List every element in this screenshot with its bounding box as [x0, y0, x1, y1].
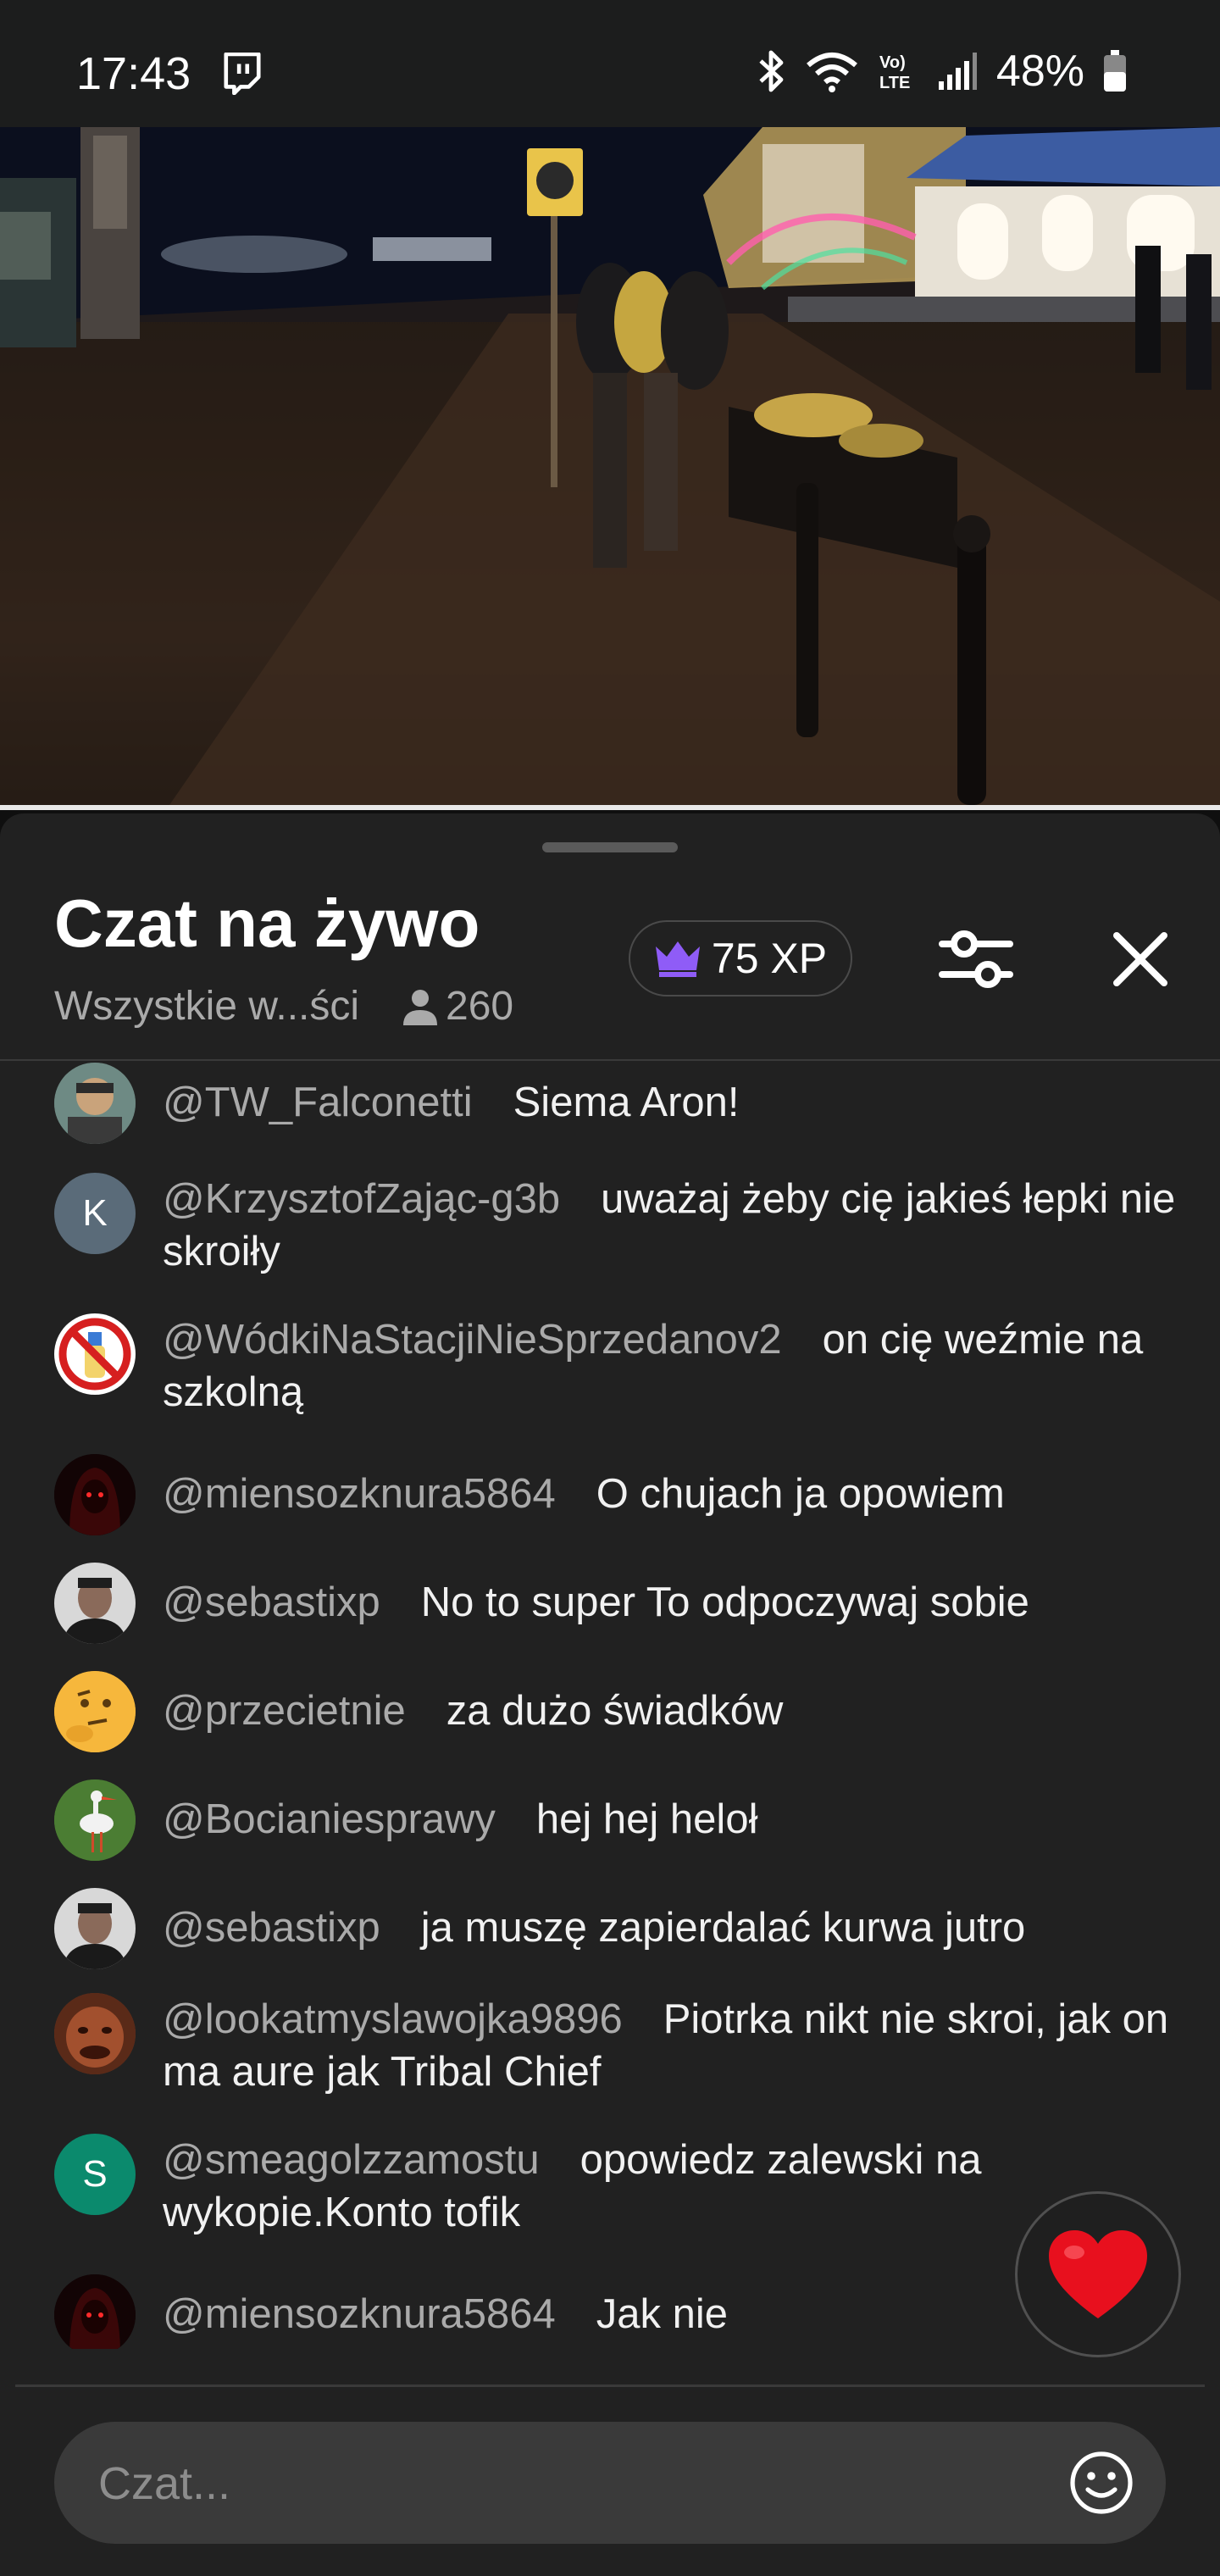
message-author[interactable]: @sebastixp — [163, 1905, 380, 1951]
battery-percent: 48% — [995, 47, 1084, 96]
message-text: za dużo świadków — [446, 1688, 784, 1734]
svg-text:LTE: LTE — [879, 74, 910, 92]
heart-reaction-button[interactable] — [1015, 2191, 1181, 2357]
message-body: @TW_Falconetti Siema Aron! — [163, 1076, 1179, 1129]
avatar-photo — [54, 1993, 136, 2074]
avatar[interactable] — [54, 1313, 136, 1395]
avatar-photo — [54, 1063, 136, 1144]
crown-icon — [655, 941, 700, 977]
drag-handle[interactable] — [542, 842, 678, 852]
twitch-icon — [224, 53, 261, 95]
chat-title: Czat na żywo — [54, 886, 480, 961]
bluetooth-icon — [759, 50, 784, 92]
avatar-photo — [54, 1779, 136, 1861]
filter-settings-icon[interactable] — [935, 919, 1017, 1000]
message-body: @sebastixp ja muszę zapierdalać kurwa jut… — [163, 1901, 1179, 1954]
avatar[interactable] — [54, 1454, 136, 1535]
xp-badge[interactable]: 75 XP — [629, 920, 852, 997]
status-bar: 17:43 Vo) LTE 48% — [0, 0, 1220, 127]
viewer-count: 260 — [403, 983, 513, 1030]
message-body: @KrzysztofZając-g3b uważaj żeby cię jakie… — [163, 1173, 1179, 1278]
message-text: O chujach ja opowiem — [596, 1471, 1005, 1517]
message-author[interactable]: @KrzysztofZając-g3b — [163, 1176, 560, 1222]
message-author[interactable]: @sebastixp — [163, 1579, 380, 1625]
avatar[interactable] — [54, 1671, 136, 1752]
person-icon — [403, 989, 438, 1025]
avatar-photo — [54, 2274, 136, 2349]
message-author[interactable]: @TW_Falconetti — [163, 1080, 473, 1125]
avatar[interactable] — [54, 1888, 136, 1969]
message-body: @Bocianiesprawy hej hej heloł — [163, 1793, 1179, 1846]
close-icon[interactable] — [1100, 919, 1181, 1000]
avatar-photo — [54, 1454, 136, 1535]
message-text: No to super To odpoczywaj sobie — [420, 1579, 1029, 1625]
thinking-emoji-icon — [54, 1671, 136, 1752]
message-text: hej hej heloł — [535, 1796, 758, 1842]
no-alcohol-icon — [58, 1318, 131, 1391]
message-body: @przecietnie za dużo świadków — [163, 1685, 1179, 1737]
message-body: @WódkiNaStacjiNieSprzedanov2 on cię weźmi… — [163, 1313, 1179, 1418]
avatar[interactable] — [54, 1779, 136, 1861]
message-author[interactable]: @Bocianiesprawy — [163, 1796, 496, 1842]
avatar-photo — [54, 1888, 136, 1969]
volte-icon: Vo) LTE — [879, 53, 910, 92]
xp-value: 75 XP — [711, 935, 828, 982]
input-divider — [15, 2384, 1205, 2387]
avatar[interactable] — [54, 1563, 136, 1644]
message-author[interactable]: @miensozknura5864 — [163, 1471, 556, 1517]
avatar[interactable]: S — [54, 2134, 136, 2215]
message-text: Siema Aron! — [513, 1080, 740, 1125]
message-body: @smeagolzzamostu opowiedz zalewski na wyk… — [163, 2134, 1179, 2239]
chat-mode-selector[interactable]: Wszystkie w...ści — [54, 983, 359, 1030]
avatar[interactable]: K — [54, 1173, 136, 1254]
wifi-icon — [806, 53, 857, 92]
avatar[interactable] — [54, 1063, 136, 1144]
chat-input-container[interactable] — [54, 2422, 1166, 2545]
video-progress-bar[interactable] — [0, 805, 1220, 810]
avatar[interactable] — [54, 1993, 136, 2074]
message-text: Jak nie — [596, 2291, 729, 2337]
signal-icon — [938, 53, 977, 90]
video-frame — [0, 127, 1220, 805]
message-body: @sebastixp No to super To odpoczywaj sobi… — [163, 1576, 1179, 1629]
emoji-icon[interactable] — [1068, 2449, 1135, 2517]
avatar[interactable] — [54, 2274, 136, 2349]
chat-input[interactable] — [97, 2422, 1032, 2545]
message-body: @lookatmyslawojka9896 Piotrka nikt nie sk… — [163, 1993, 1179, 2098]
status-time: 17:43 — [76, 48, 191, 99]
message-body: @miensozknura5864 O chujach ja opowiem — [163, 1468, 1179, 1520]
avatar-photo — [54, 1563, 136, 1644]
message-text: ja muszę zapierdalać kurwa jutro — [420, 1905, 1026, 1951]
message-author[interactable]: @miensozknura5864 — [163, 2291, 556, 2337]
heart-icon — [1049, 2230, 1147, 2318]
chat-subtitle: Wszystkie w...ści 260 — [54, 983, 513, 1030]
svg-text:Vo): Vo) — [879, 53, 906, 72]
message-author[interactable]: @przecietnie — [163, 1688, 406, 1734]
message-author[interactable]: @smeagolzzamostu — [163, 2137, 540, 2183]
viewer-count-value: 260 — [446, 984, 514, 1029]
message-author[interactable]: @lookatmyslawojka9896 — [163, 1996, 623, 2042]
battery-icon — [1104, 50, 1126, 92]
message-author[interactable]: @WódkiNaStacjiNieSprzedanov2 — [163, 1317, 782, 1363]
chat-messages-list[interactable]: @TW_Falconetti Siema Aron! K @KrzysztofZa… — [0, 1061, 1220, 2349]
video-player[interactable] — [0, 127, 1220, 805]
